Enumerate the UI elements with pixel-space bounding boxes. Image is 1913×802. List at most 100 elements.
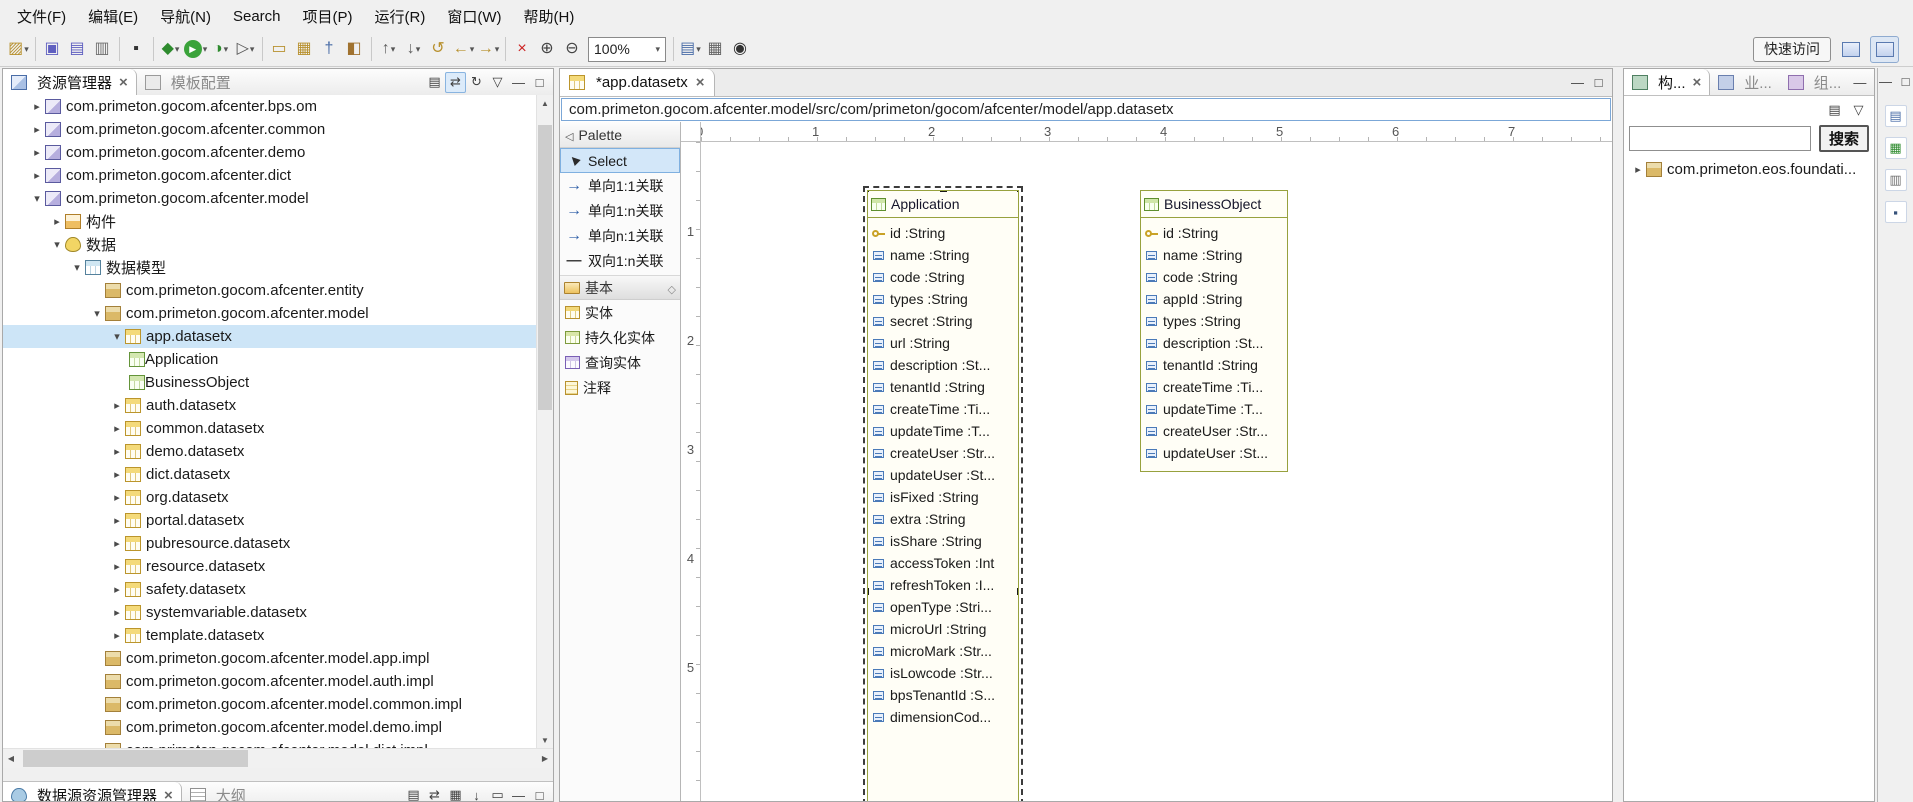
expand-arrow-icon[interactable]: ▸ [109,491,125,504]
menu-edit[interactable]: 编辑(E) [77,1,149,32]
expand-arrow-icon[interactable]: ▸ [109,583,125,596]
entity-attribute[interactable]: tenantId :String [868,376,1018,398]
entity-attribute[interactable]: types :String [868,288,1018,310]
expand-arrow-icon[interactable]: ▾ [49,238,65,251]
palette-tool-select[interactable]: Select [560,148,680,173]
tree-item[interactable]: com.primeton.gocom.afcenter.model.auth.i… [3,670,536,693]
editor-tab-app-datasetx[interactable]: *app.datasetx [560,69,715,96]
expand-arrow-icon[interactable]: ▾ [89,307,105,320]
entity-attribute[interactable]: updateUser :St... [868,464,1018,486]
entity-attribute[interactable]: isLowcode :Str... [868,662,1018,684]
new-wizard-button[interactable]: ▨ ▾ [6,36,31,62]
link-editor-icon[interactable]: ⇄ [445,72,466,93]
tree-item[interactable]: ▸ pubresource.datasetx [3,532,536,555]
server-button[interactable]: ▦ [292,36,317,62]
minimize-icon[interactable]: — [1879,73,1893,89]
entity-attribute[interactable]: bpsTenantId :S... [868,684,1018,706]
tree-item[interactable]: ▾ 数据 [3,233,536,256]
expand-arrow-icon[interactable]: ▸ [29,146,45,159]
expand-arrow-icon[interactable]: ▸ [29,123,45,136]
close-icon[interactable] [696,74,705,91]
tree-item[interactable]: ▸ safety.datasetx [3,578,536,601]
coverage-button[interactable]: ◑ ▾ [208,36,233,62]
breadcrumb-path[interactable]: com.primeton.gocom.afcenter.model/src/co… [561,98,1611,121]
delete-button[interactable]: × [510,36,535,62]
palette-tool-annotation[interactable]: 注释 [560,375,680,400]
tree-vertical-scrollbar[interactable]: ▲ ▼ [536,95,553,748]
entity-attribute[interactable]: tenantId :String [1141,354,1287,376]
entity-businessobject[interactable]: BusinessObject id :String [1140,190,1288,472]
grid-button[interactable]: ▦ [703,36,728,62]
tree-item[interactable]: com.primeton.gocom.afcenter.model.app.im… [3,647,536,670]
tree-item[interactable]: ▸ Application [3,348,536,371]
close-icon[interactable] [1693,74,1702,91]
entity-header[interactable]: BusinessObject [1141,191,1287,218]
properties-view-icon[interactable]: ▤ [1885,105,1907,127]
entity-attribute[interactable]: url :String [868,332,1018,354]
entity-attribute[interactable]: updateTime :T... [1141,398,1287,420]
expand-arrow-icon[interactable]: ▸ [109,445,125,458]
entity-application[interactable]: Application id :String [867,190,1019,801]
tab-component-library[interactable]: 构... [1624,69,1710,95]
palette-view-icon[interactable]: ▦ [1885,137,1907,159]
diagram-canvas[interactable]: Application id :String [701,142,1612,801]
view-menu-icon[interactable]: ▽ [487,72,508,93]
outline-view-icon[interactable]: ▥ [1885,169,1907,191]
build-button[interactable]: † [317,36,342,62]
restore-icon[interactable]: □ [1899,73,1913,89]
import-icon[interactable]: ↓ [466,785,487,802]
entity-attribute[interactable]: refreshToken :I... [868,574,1018,596]
expand-arrow-icon[interactable]: ▸ [109,399,125,412]
entity-attribute[interactable]: description :St... [1141,332,1287,354]
entity-attribute[interactable]: microMark :Str... [868,640,1018,662]
tab-datasource-explorer[interactable]: 数据源资源管理器 [3,782,182,802]
palette-tool-query-entity[interactable]: 查询实体 [560,350,680,375]
tree-item[interactable]: ▸ com.primeton.gocom.afcenter.bps.om [3,95,536,118]
tree-item[interactable]: ▸ portal.datasetx [3,509,536,532]
layers-button[interactable]: ▤ ▾ [678,36,703,62]
tree-item[interactable]: ▸ resource.datasetx [3,555,536,578]
forward-button[interactable]: → ▾ [476,36,501,62]
current-perspective-button[interactable] [1870,36,1899,63]
tree-item[interactable]: ▸ BusinessObject [3,371,536,394]
entity-attribute[interactable]: code :String [1141,266,1287,288]
tree-item[interactable]: ▸ com.primeton.gocom.afcenter.dict [3,164,536,187]
tree-item[interactable]: ▸ auth.datasetx [3,394,536,417]
tree-item[interactable]: ▸ template.datasetx [3,624,536,647]
previous-edit-button[interactable]: ↑ ▾ [376,36,401,62]
open-perspective-button[interactable] [1837,37,1864,62]
selection-handle[interactable] [867,588,869,595]
entity-attribute[interactable]: isShare :String [868,530,1018,552]
tree-item[interactable]: ▾ 数据模型 [3,256,536,279]
palette-tool-assoc-1to1[interactable]: 单向1:1关联 [560,173,680,198]
print-button[interactable]: ▥ [90,36,115,62]
tree-item[interactable]: ▾ app.datasetx [3,325,536,348]
palette-tool-assoc-bidir[interactable]: 双向1:n关联 [560,248,680,273]
minimize-icon[interactable]: — [1567,72,1588,93]
menu-file[interactable]: 文件(F) [6,1,77,32]
search-button[interactable]: 搜索 [1819,125,1869,152]
entity-attribute[interactable]: accessToken :Int [868,552,1018,574]
collapse-all-icon[interactable]: ▤ [424,72,445,93]
last-edit-location-button[interactable]: ↺ [426,36,451,62]
entity-attribute[interactable]: isFixed :String [868,486,1018,508]
tree-item[interactable]: ▸ com.primeton.gocom.afcenter.common [3,118,536,141]
console-view-icon[interactable]: ▪ [1885,201,1907,223]
close-icon[interactable] [119,74,128,91]
entity-attribute[interactable]: createTime :Ti... [868,398,1018,420]
quick-access-button[interactable]: 快速访问 [1753,37,1831,62]
entity-attribute[interactable]: updateTime :T... [868,420,1018,442]
tree-item[interactable]: ▸ common.datasetx [3,417,536,440]
menu-navigate[interactable]: 导航(N) [149,1,222,32]
scroll-down-icon[interactable]: ▼ [537,732,553,748]
tree-item[interactable]: com.primeton.gocom.afcenter.model.demo.i… [3,716,536,739]
collapse-palette-icon[interactable] [565,127,573,143]
minimize-icon[interactable]: — [1849,72,1870,93]
palette-group-basic[interactable]: 基本 [560,275,680,300]
tree-item[interactable]: ▸ com.primeton.eos.foundati... [1624,158,1874,181]
entity-attribute[interactable]: extra :String [868,508,1018,530]
tree-item[interactable]: ▸ demo.datasetx [3,440,536,463]
menu-search[interactable]: Search [222,3,292,30]
maximize-icon[interactable]: □ [529,72,550,93]
expand-arrow-icon[interactable]: ▸ [109,629,125,642]
